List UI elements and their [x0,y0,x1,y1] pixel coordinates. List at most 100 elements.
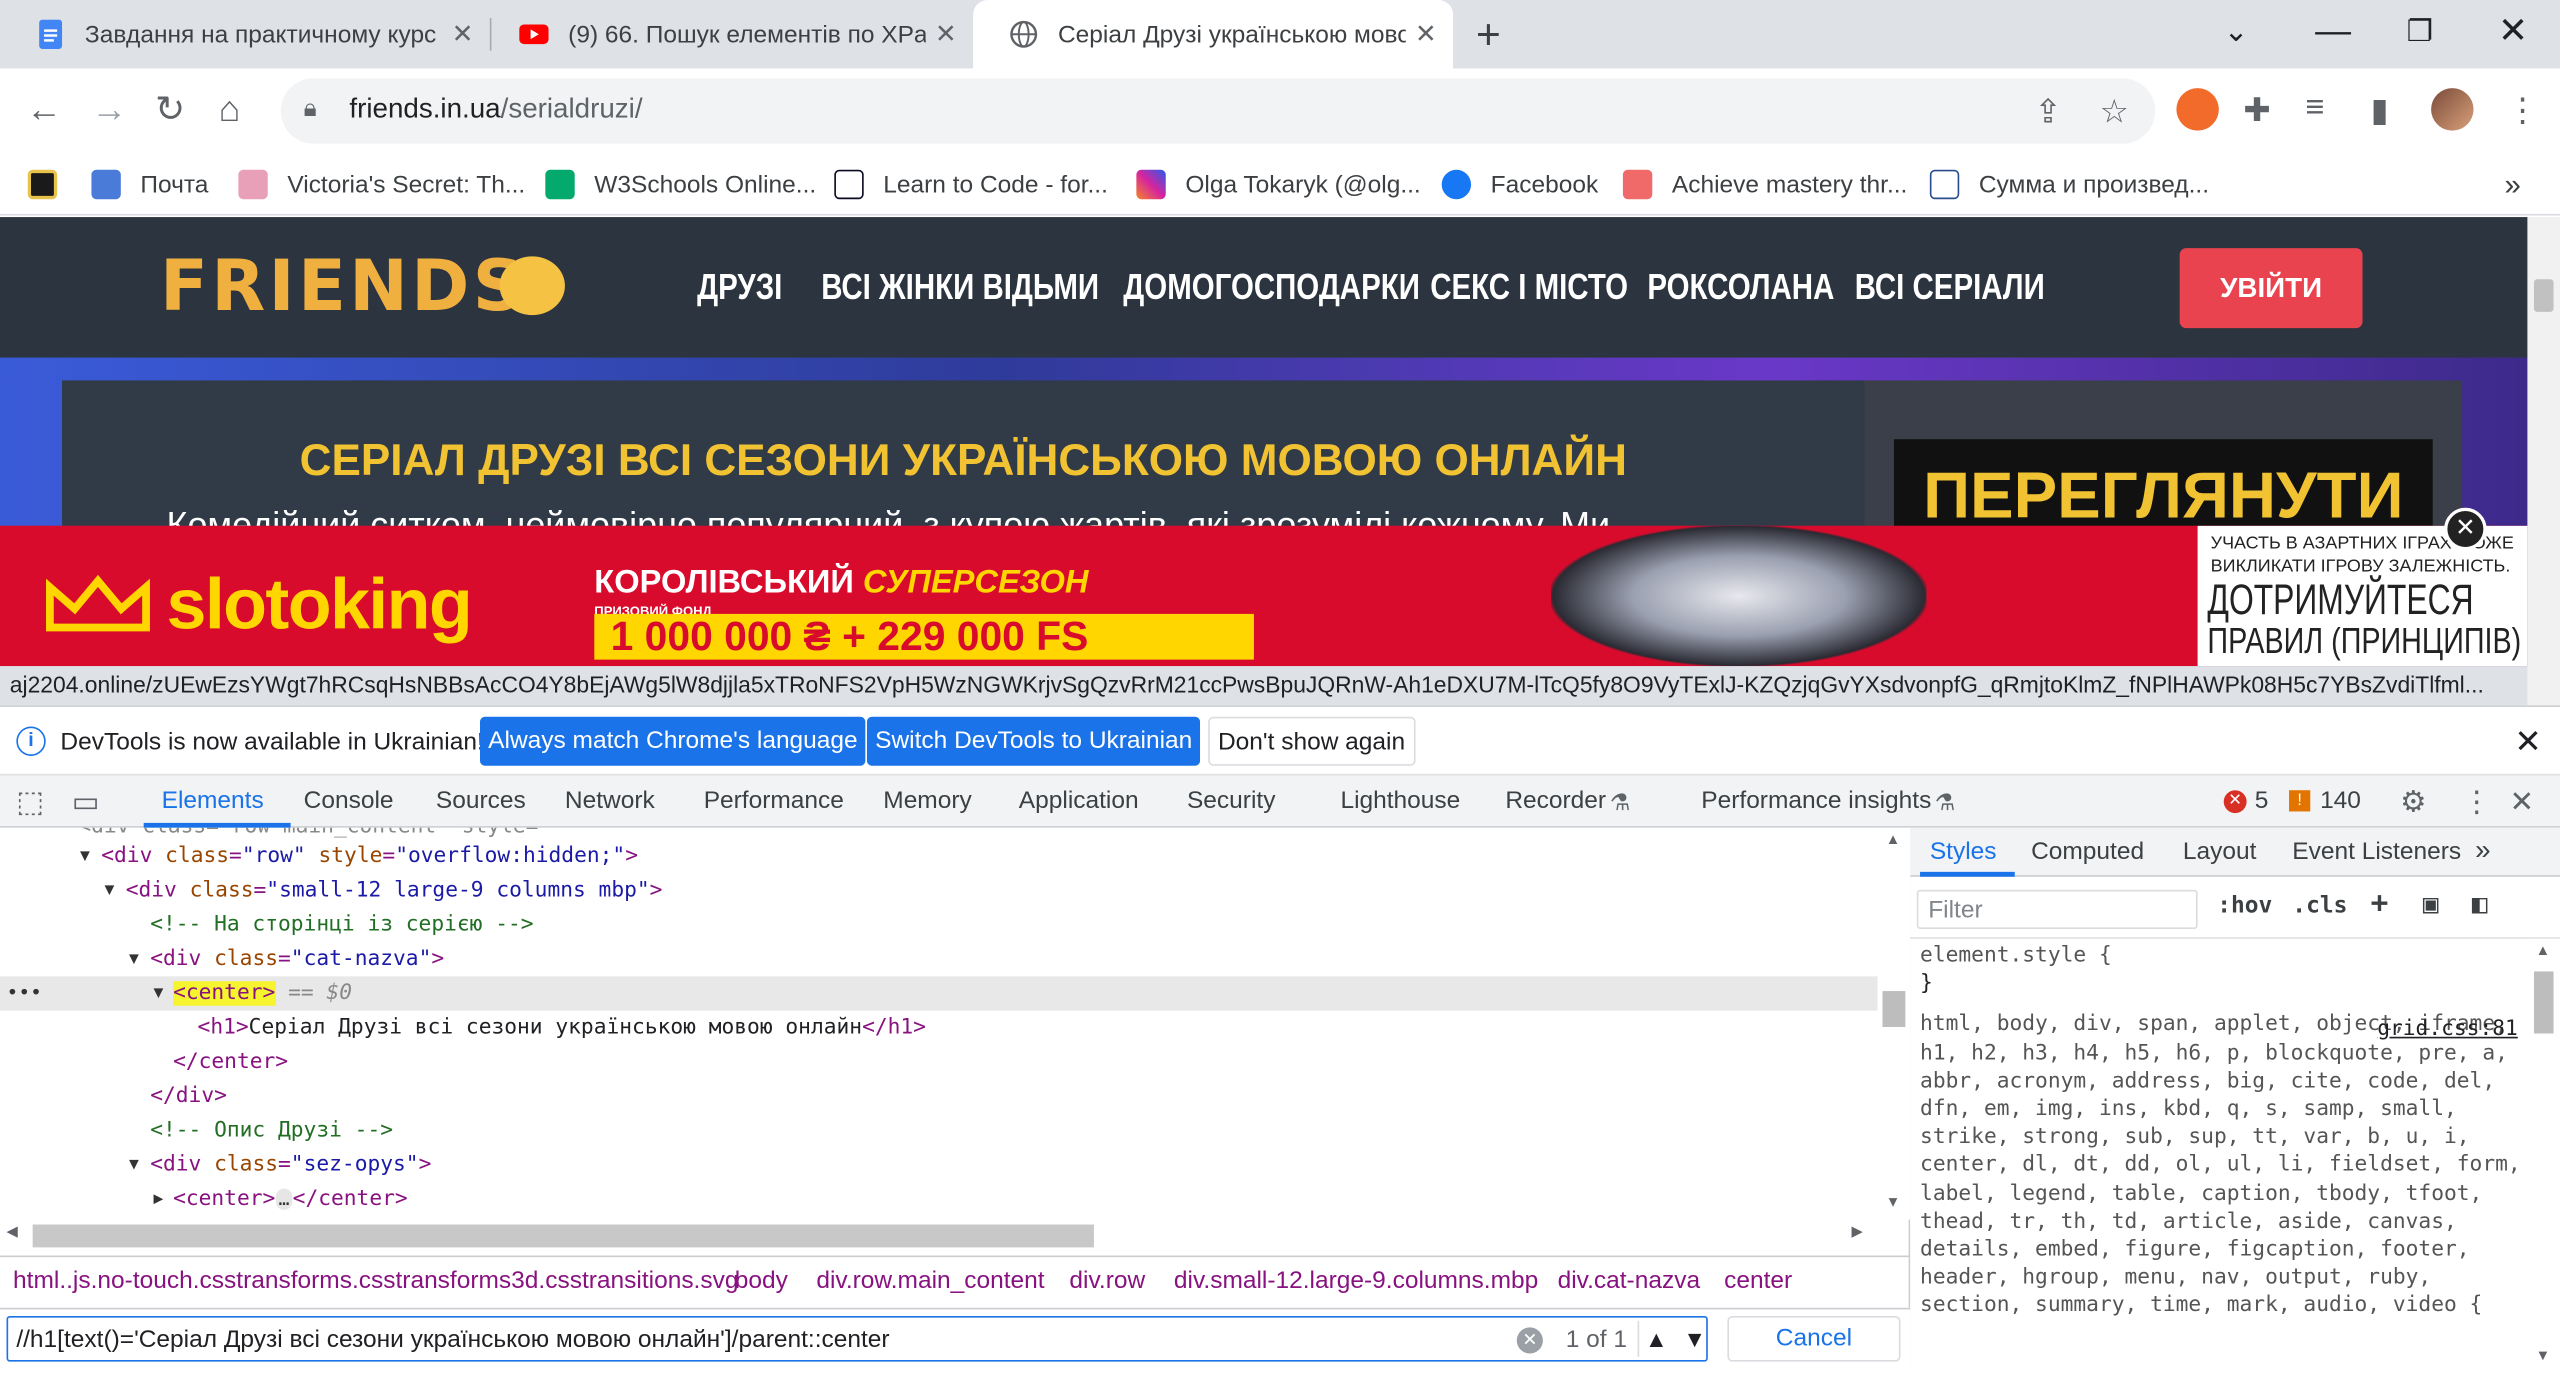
tab-layout[interactable]: Layout [2183,838,2257,866]
tab-recorder[interactable]: Recorder [1505,787,1606,815]
paint-brush-icon[interactable]: ▣ [2423,888,2439,919]
page-scrollbar[interactable] [2527,217,2560,706]
dom-node[interactable]: ▼ <div class="sez-opys"> [0,1148,1878,1182]
forward-icon[interactable]: → [91,88,127,130]
tab-console[interactable]: Console [304,787,394,815]
node-actions-icon[interactable]: ••• [7,976,42,1010]
home-icon[interactable]: ⌂ [219,88,241,130]
bookmark-item[interactable]: W3Schools Online... [545,167,816,203]
expand-triangle-icon[interactable]: ▼ [129,942,139,976]
device-toolbar-icon[interactable]: ▭ [72,785,100,819]
ad-banner[interactable]: slotoking КОРОЛІВСЬКИЙ СУПЕРСЕЗОН ПРИЗОВ… [0,525,2528,667]
window-close-icon[interactable]: ✕ [2498,10,2528,52]
error-icon[interactable]: ✕ [2223,790,2247,814]
tab-docs[interactable]: Завдання на практичному курс ✕ [0,0,490,69]
expand-triangle-icon[interactable]: ▼ [80,839,90,873]
tab-elements[interactable]: Elements [162,787,264,815]
back-icon[interactable]: ← [26,88,62,130]
scroll-right-icon[interactable]: ▶ [1851,1223,1862,1241]
tab-application[interactable]: Application [1019,787,1139,815]
scrollbar-thumb[interactable] [1882,991,1906,1027]
tab-security[interactable]: Security [1187,787,1275,815]
dom-node[interactable]: ▼ <div class="cat-nazva"> [0,942,1878,976]
warning-icon[interactable]: ! [2289,790,2311,812]
devtools-menu-icon[interactable]: ⋮ [2462,785,2491,819]
nav-link-all-series[interactable]: ВСІ СЕРІАЛИ [1855,266,2045,308]
hover-state-toggle[interactable]: :hov [2217,893,2272,919]
tab-youtube[interactable]: (9) 66. Пошук елементів по XPa ✕ [483,0,973,69]
dom-node[interactable]: ▶ <center>… </center> [0,1182,1878,1216]
tab-close-icon[interactable]: ✕ [452,18,474,51]
scroll-down-icon[interactable]: ▼ [2536,1347,2551,1363]
tab-styles[interactable]: Styles [1930,838,1997,866]
tab-performance-insights[interactable]: Performance insights [1701,787,1931,815]
extensions-puzzle-icon[interactable]: ✚ [2243,90,2270,131]
tab-sources[interactable]: Sources [436,787,526,815]
bookmark-item[interactable]: Learn to Code - for... [834,167,1108,203]
bookmark-item[interactable]: Сумма и произвед... [1929,167,2209,203]
lock-icon[interactable]: 🔒︎ [304,95,317,123]
css-source-link[interactable]: grid.css:81 [2377,1017,2518,1041]
error-count[interactable]: 5 [2255,787,2269,815]
bookmark-item[interactable]: Facebook [1441,167,1598,203]
minimize-icon[interactable]: — [2315,10,2351,52]
nav-link-sex-city[interactable]: СЕКС І МІСТО [1430,266,1628,308]
tab-lighthouse[interactable]: Lighthouse [1340,787,1460,815]
bookmarks-overflow-icon[interactable]: » [2505,167,2521,203]
extension-avast-icon[interactable] [2176,88,2219,131]
tab-search-chevron-icon[interactable]: ⌄ [2224,15,2249,49]
expand-triangle-icon[interactable]: ▼ [104,873,114,907]
restore-icon[interactable]: ❐ [2407,15,2433,49]
bookmark-item[interactable]: Victoria's Secret: Th... [238,167,525,203]
tab-close-icon[interactable]: ✕ [935,18,957,51]
reload-icon[interactable]: ↻ [155,88,185,130]
xpath-search-input[interactable]: //h1[text()='Серіал Друзі всі сезони укр… [6,1315,1708,1362]
breadcrumb-item[interactable]: div.row [1069,1267,1145,1295]
dom-node[interactable]: ▼ <div class="small-12 large-9 columns m… [0,873,1878,907]
tab-close-icon[interactable]: ✕ [1415,18,1437,51]
scroll-up-icon[interactable]: ▲ [1886,831,1901,847]
tab-computed[interactable]: Computed [2031,838,2144,866]
dom-node[interactable]: </div> [0,1079,1878,1113]
breadcrumb-item[interactable]: div.cat-nazva [1558,1267,1700,1295]
dom-node[interactable]: ▼ <div class="row" style="overflow:hidde… [0,839,1878,873]
dom-node-selected[interactable]: ••• ▼ <center> == $0 [0,976,1878,1011]
styles-filter-input[interactable]: Filter [1916,889,2198,930]
collapse-triangle-icon[interactable]: ▶ [153,1182,163,1216]
tab-friends-active[interactable]: Серіал Друзі українською мово ✕ [973,0,1454,69]
settings-gear-icon[interactable]: ⚙ [2400,785,2426,819]
element-style-rule[interactable]: element.style { [1920,942,2524,970]
styles-scrollbar[interactable]: ▲ ▼ [2527,938,2560,1373]
dom-node[interactable]: <!-- На сторінці із серією --> [0,908,1878,942]
new-tab-icon[interactable]: + [1476,10,1501,61]
match-language-button[interactable]: Always match Chrome's language [480,716,866,766]
site-logo[interactable]: FRIENDS [160,247,527,329]
clear-search-icon[interactable]: ✕ [1516,1327,1543,1354]
scrollbar-thumb[interactable] [2533,279,2554,312]
dom-node[interactable]: <h1>Серіал Друзі всі сезони українською … [0,1011,1878,1045]
share-icon[interactable]: ⇪ [2034,91,2061,132]
media-control-icon[interactable]: ≡ [2305,90,2324,128]
scrollbar-thumb[interactable] [32,1224,1094,1248]
previous-match-icon[interactable]: ▲ [1637,1320,1674,1357]
bookmark-item[interactable]: Почта [91,167,208,203]
breadcrumb-item[interactable]: div.small-12.large-9.columns.mbp [1174,1267,1538,1295]
bookmark-star-icon[interactable]: ☆ [2100,91,2129,132]
nav-link-housewives[interactable]: ДОМОГОСПОДАРКИ [1123,266,1420,308]
warning-count[interactable]: 140 [2320,787,2361,815]
address-bar[interactable]: 🔒︎ friends.in.ua/serialdruzi/ ⇪ ☆ [280,78,2156,144]
bookmark-item[interactable] [27,167,77,203]
tab-event-listeners[interactable]: Event Listeners [2292,838,2461,866]
ad-close-icon[interactable]: ✕ [2444,507,2487,551]
infobar-close-icon[interactable]: ✕ [2514,722,2541,763]
next-match-icon[interactable]: ▼ [1677,1321,1713,1357]
dont-show-again-button[interactable]: Don't show again [1208,716,1415,766]
profile-avatar[interactable] [2431,88,2474,131]
scrollbar-thumb[interactable] [2533,971,2554,1034]
class-toggle[interactable]: .cls [2292,893,2347,919]
ellipsis-badge[interactable]: … [275,1188,293,1210]
tab-performance[interactable]: Performance [704,787,844,815]
breadcrumb-item[interactable]: div.row.main_content [816,1267,1044,1295]
scroll-down-icon[interactable]: ▼ [1886,1194,1901,1210]
side-panel-icon[interactable]: ▮ [2371,90,2389,131]
